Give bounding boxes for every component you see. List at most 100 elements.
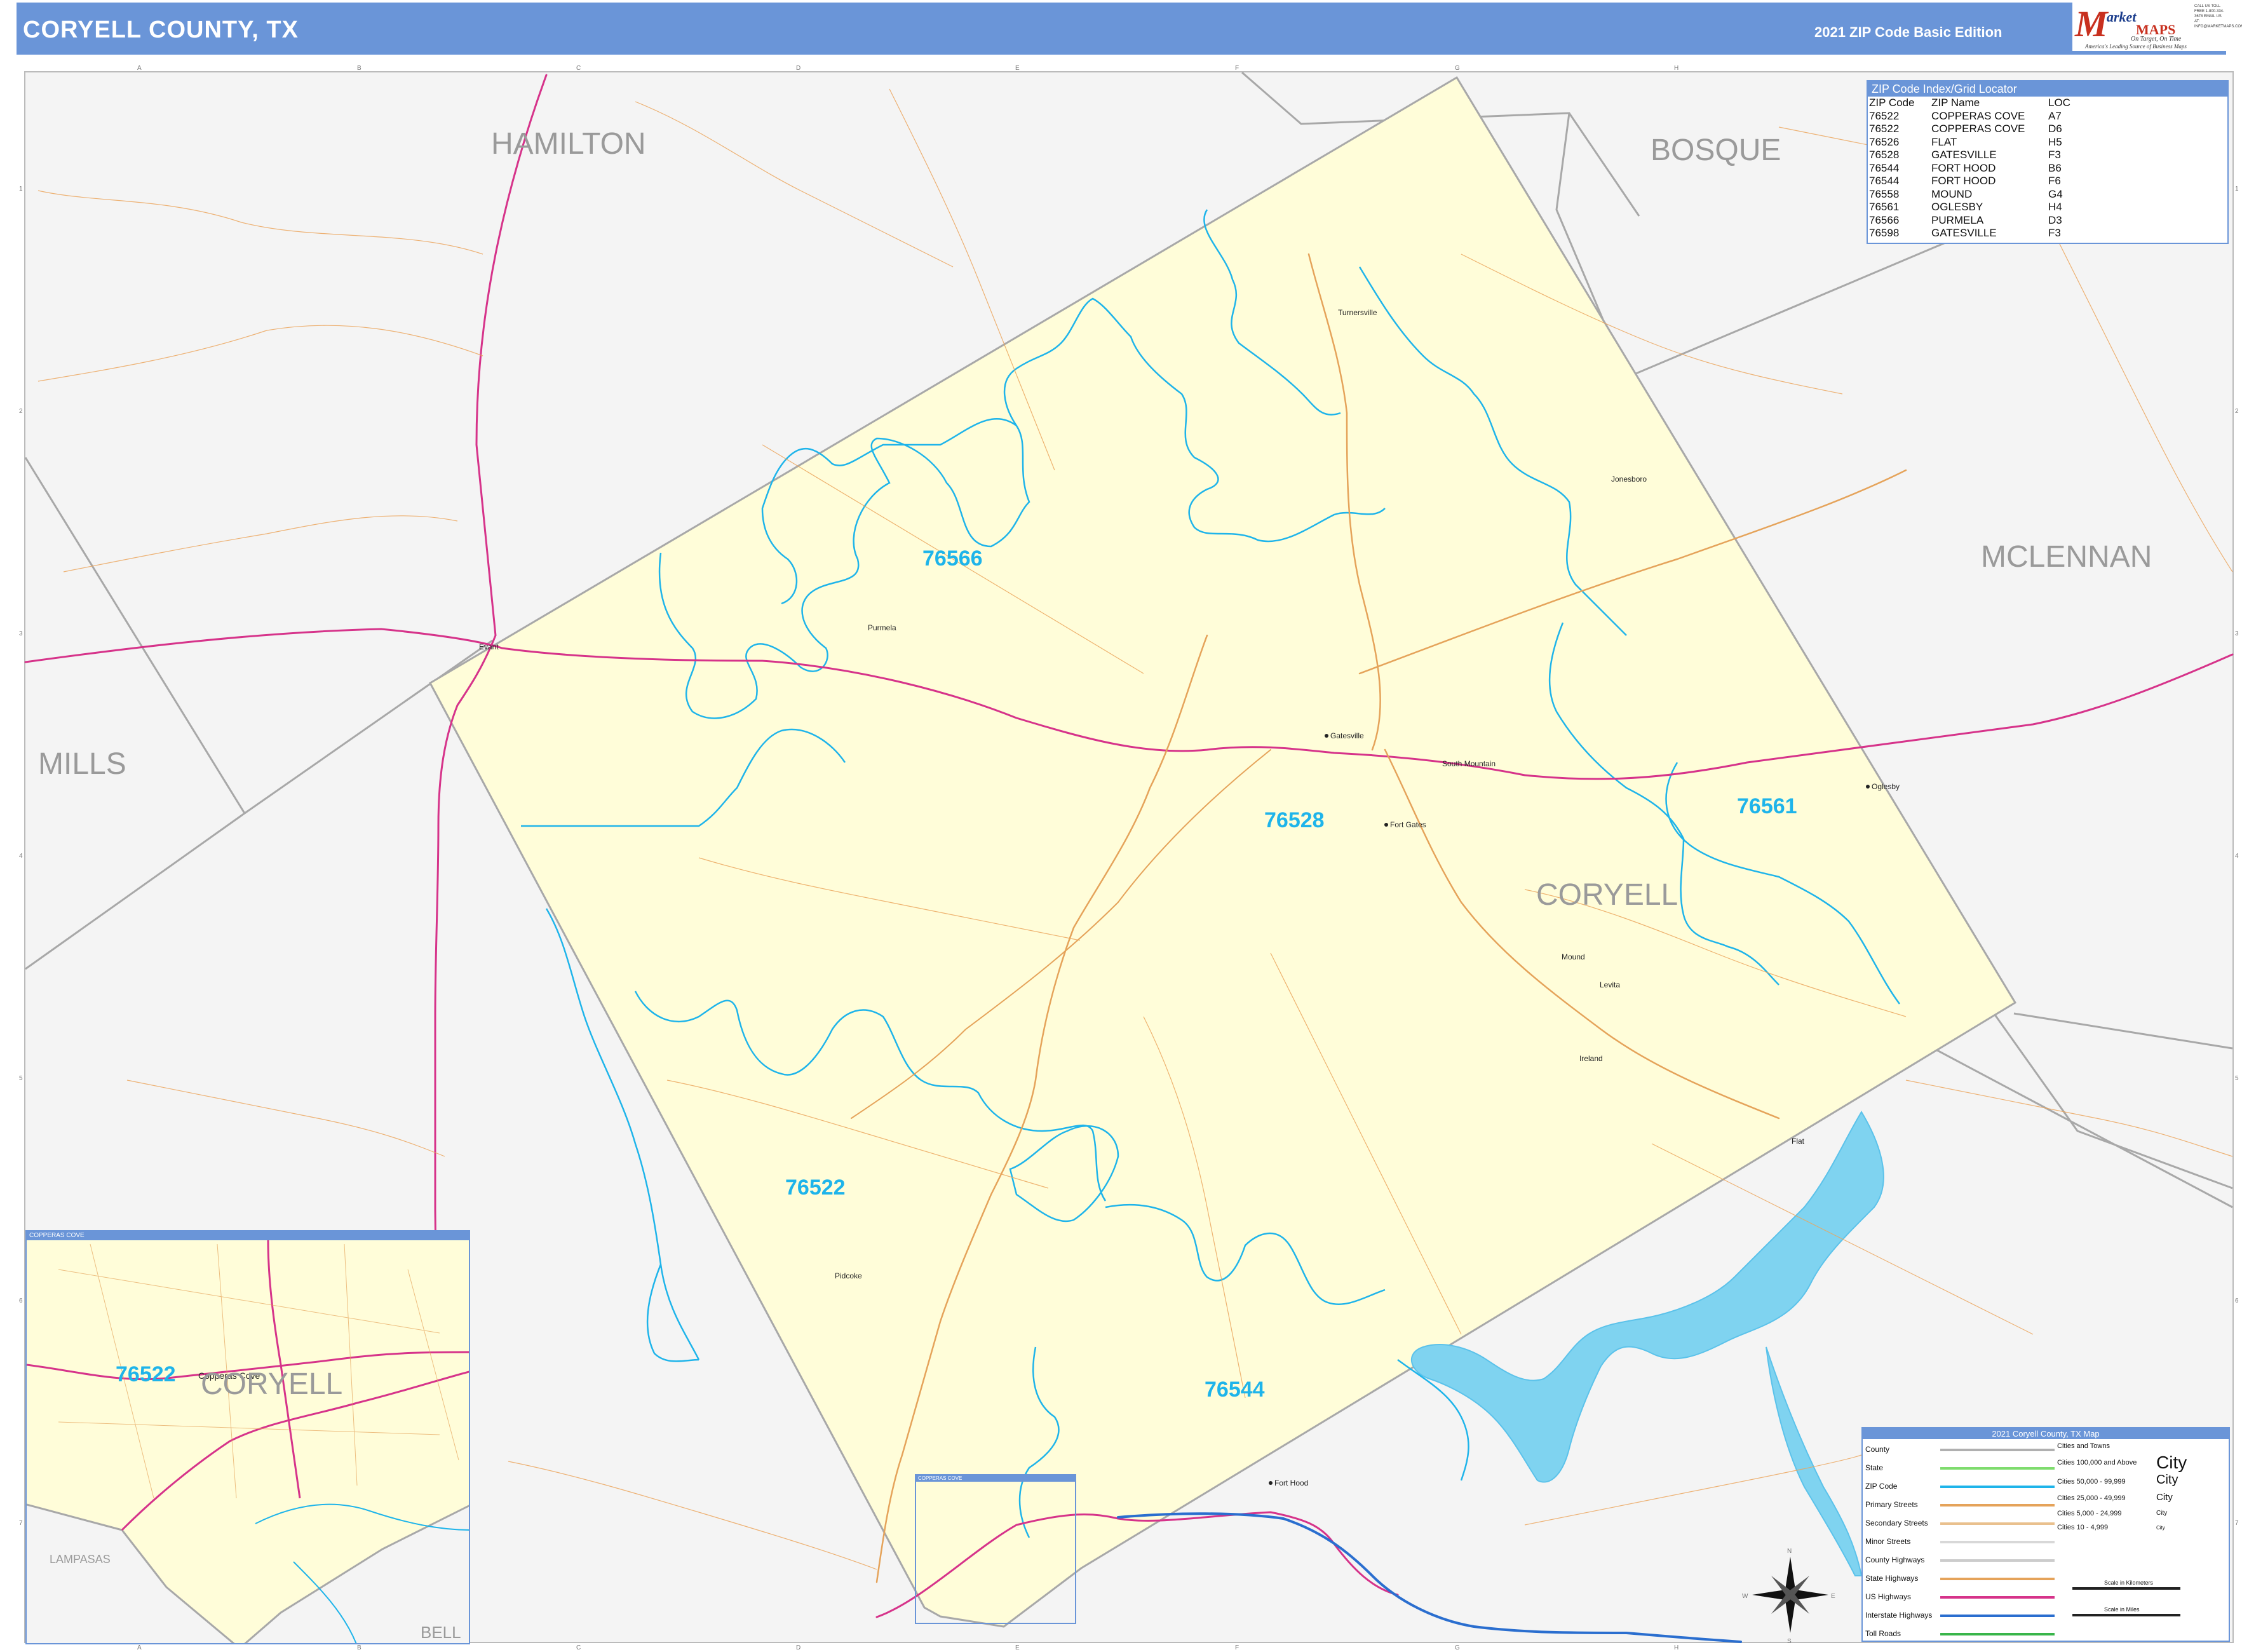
place-fort-hood[interactable]: Fort Hood xyxy=(1274,1479,1308,1487)
compass-w: W xyxy=(1742,1593,1748,1600)
zip-loc-cell: F6 xyxy=(2048,175,2061,187)
place-oglesby[interactable]: Oglesby xyxy=(1872,782,1900,791)
table-row[interactable]: 76526 FLAT H5 xyxy=(1869,136,2089,149)
legend-item-swatch xyxy=(1940,1615,2055,1617)
zip-code-cell: 76544 xyxy=(1869,161,1900,174)
legend-item-swatch xyxy=(1940,1596,2055,1599)
zip-name-cell: GATESVILLE xyxy=(1931,149,1997,161)
zip-loc-cell: F3 xyxy=(2048,227,2061,239)
zip-code-cell: 76598 xyxy=(1869,227,1900,239)
table-row[interactable]: 76522 COPPERAS COVE D6 xyxy=(1869,123,2089,136)
grid-col-e: E xyxy=(1015,65,1020,72)
zip-name-cell: PURMELA xyxy=(1931,213,1984,226)
compass-n: N xyxy=(1787,1548,1792,1555)
inset-county-bell: BELL xyxy=(421,1623,461,1642)
inset-county-lampasas: LAMPASAS xyxy=(50,1553,111,1566)
zip-label-76528[interactable]: 76528 xyxy=(1264,808,1325,832)
grid-row-7: 7 xyxy=(19,1520,23,1527)
place-evant[interactable]: Evant xyxy=(479,642,499,651)
legend-item-label: Interstate Highways xyxy=(1865,1611,1933,1620)
grid-row-2-right: 2 xyxy=(2235,408,2239,415)
inset-zip-76522[interactable]: 76522 xyxy=(116,1362,176,1386)
table-row[interactable]: 76558 MOUND G4 xyxy=(1869,188,2089,201)
zip-loc-cell: F3 xyxy=(2048,149,2061,161)
table-row[interactable]: 76598 GATESVILLE F3 xyxy=(1869,227,2089,240)
legend-item-label: County Highways xyxy=(1865,1555,1925,1564)
grid-col-h: H xyxy=(1674,65,1678,72)
zip-label-76561[interactable]: 76561 xyxy=(1737,794,1797,818)
inset-box-title: COPPERAS COVE xyxy=(916,1475,1075,1482)
table-row[interactable]: 76528 GATESVILLE F3 xyxy=(1869,149,2089,162)
place-ireland[interactable]: Ireland xyxy=(1579,1054,1603,1063)
grid-col-c: C xyxy=(576,65,581,72)
legend-city-example-2: City xyxy=(2156,1473,2178,1487)
grid-col-h-bottom: H xyxy=(1674,1644,1678,1651)
grid-row-4: 4 xyxy=(19,853,23,860)
scale-bar-mi xyxy=(2072,1614,2180,1616)
inset-county-coryell: CORYELL xyxy=(201,1367,342,1401)
legend-item-label: ZIP Code xyxy=(1865,1482,1898,1491)
zip-index-header: ZIP Name xyxy=(1931,97,1980,109)
zip-label-76522[interactable]: 76522 xyxy=(785,1175,846,1200)
compass-s: S xyxy=(1787,1638,1792,1645)
map-legend: 2021 Coryell County, TX Map County State Z… xyxy=(1861,1427,2230,1642)
legend-item-swatch xyxy=(1940,1467,2055,1470)
table-row[interactable]: 76522 COPPERAS COVE A7 xyxy=(1869,110,2089,123)
zip-loc-cell: B6 xyxy=(2048,161,2062,174)
legend-item-label: Primary Streets xyxy=(1865,1500,1918,1509)
place-purmela[interactable]: Purmela xyxy=(868,623,896,632)
grid-row-3: 3 xyxy=(19,630,23,637)
zip-code-cell: 76522 xyxy=(1869,109,1900,122)
zip-index-header: ZIP Code xyxy=(1869,97,1915,109)
zip-loc-cell: D6 xyxy=(2048,123,2062,135)
zip-index-panel: ZIP Code Index/Grid Locator ZIP Code ZIP… xyxy=(1867,80,2229,244)
zip-name-cell: MOUND xyxy=(1931,187,1973,200)
place-pidcoke[interactable]: Pidcoke xyxy=(835,1271,862,1280)
legend-item-label: County xyxy=(1865,1445,1890,1454)
zip-code-cell: 76528 xyxy=(1869,149,1900,161)
zip-loc-cell: H5 xyxy=(2048,135,2062,148)
zip-code-cell: 76561 xyxy=(1869,201,1900,213)
copperas-cove-inset[interactable]: COPPERAS COVE Copperas Cove CORYELL 7652… xyxy=(25,1230,470,1644)
grid-col-c-bottom: C xyxy=(576,1644,581,1651)
legend-city-size-4: Cities 5,000 - 24,999 xyxy=(2057,1510,2122,1517)
table-row[interactable]: 76561 OGLESBY H4 xyxy=(1869,201,2089,214)
table-row[interactable]: 76544 FORT HOOD B6 xyxy=(1869,162,2089,175)
zip-index-title: ZIP Code Index/Grid Locator xyxy=(1868,81,2227,97)
legend-item-label: State xyxy=(1865,1463,1884,1472)
place-jonesboro[interactable]: Jonesboro xyxy=(1611,475,1647,484)
zip-name-cell: FORT HOOD xyxy=(1931,161,1996,174)
legend-item-swatch xyxy=(1940,1449,2055,1451)
legend-city-example-3: City xyxy=(2156,1492,2173,1503)
grid-col-a: A xyxy=(137,65,142,72)
zip-label-76566[interactable]: 76566 xyxy=(922,546,983,571)
place-mound[interactable]: Mound xyxy=(1562,952,1585,961)
legend-item-swatch xyxy=(1940,1486,2055,1488)
zip-code-cell: 76558 xyxy=(1869,187,1900,200)
place-fort-gates[interactable]: Fort Gates xyxy=(1390,820,1426,829)
grid-row-1-right: 1 xyxy=(2235,186,2239,193)
legend-city-size-5: Cities 10 - 4,999 xyxy=(2057,1524,2109,1531)
zip-loc-cell: D3 xyxy=(2048,213,2062,226)
place-south-mountain[interactable]: South Mountain xyxy=(1442,759,1496,768)
legend-item-label: US Highways xyxy=(1865,1592,1912,1601)
legend-city-example-5: City xyxy=(2156,1525,2165,1531)
county-label-coryell: CORYELL xyxy=(1536,878,1678,912)
legend-title: 2021 Coryell County, TX Map xyxy=(1863,1428,2229,1439)
legend-city-size-2: Cities 50,000 - 99,999 xyxy=(2057,1478,2126,1486)
table-row[interactable]: 76544 FORT HOOD F6 xyxy=(1869,175,2089,188)
zip-label-76544[interactable]: 76544 xyxy=(1205,1378,1265,1402)
inset-extent-box[interactable]: COPPERAS COVE xyxy=(915,1474,1076,1624)
grid-row-6: 6 xyxy=(19,1297,23,1304)
legend-city-size-1: Cities 100,000 and Above xyxy=(2057,1459,2137,1466)
place-gatesville[interactable]: Gatesville xyxy=(1330,731,1364,740)
place-flat[interactable]: Flat xyxy=(1792,1137,1805,1146)
county-label-hamilton: HAMILTON xyxy=(491,127,646,161)
zip-name-cell: COPPERAS COVE xyxy=(1931,123,2025,135)
place-levita[interactable]: Levita xyxy=(1600,980,1620,989)
grid-col-b: B xyxy=(357,65,361,72)
place-turnersville[interactable]: Turnersville xyxy=(1338,308,1377,317)
table-row[interactable]: 76566 PURMELA D3 xyxy=(1869,214,2089,227)
grid-row-4-right: 4 xyxy=(2235,853,2239,860)
county-label-bosque: BOSQUE xyxy=(1651,133,1781,167)
